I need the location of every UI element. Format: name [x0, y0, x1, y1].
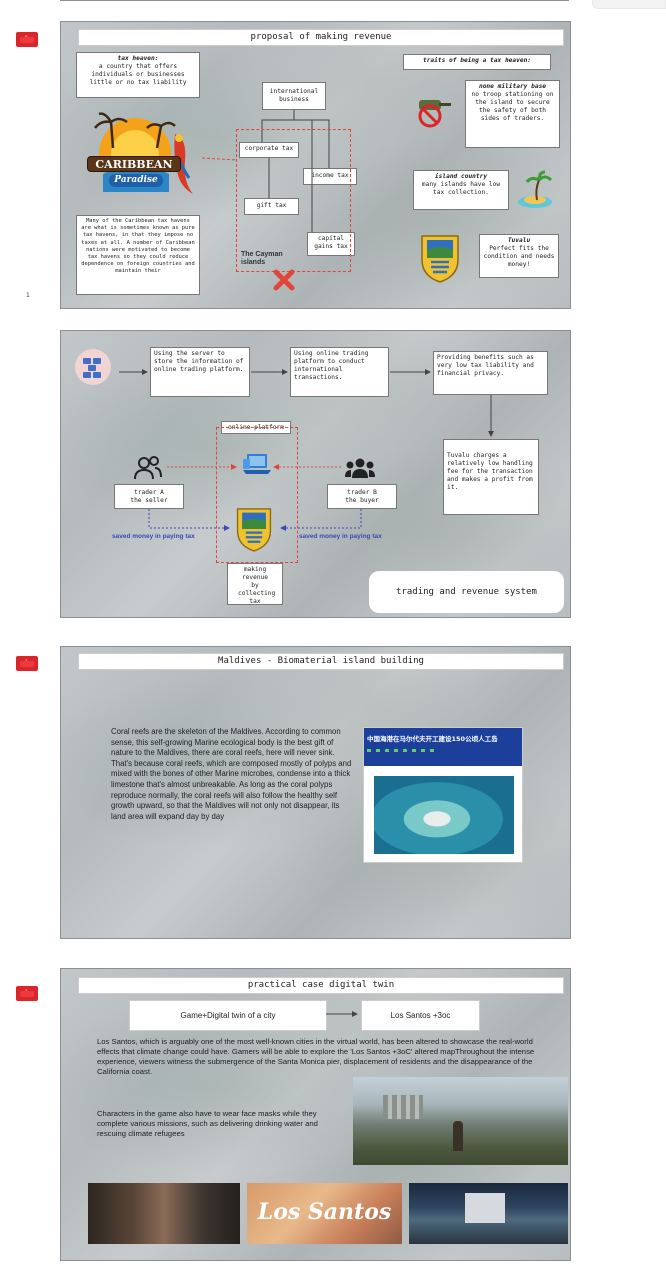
- slide-flag-icon-3[interactable]: 1: [16, 656, 38, 671]
- tuvalu-text: Perfect fits the condition and needs mon…: [483, 245, 555, 268]
- island-text: many islands have low tax collection.: [421, 181, 501, 196]
- flag-number: 8: [25, 35, 28, 40]
- slide-flag-icon[interactable]: 8: [16, 32, 38, 47]
- game-character: [453, 1121, 463, 1151]
- slide-tax-haven[interactable]: proposal of making revenue tax heaven: a…: [60, 21, 571, 309]
- side-mark: 1: [26, 292, 30, 299]
- news-headline: 中国海港在马尔代夫开工建设150公顷人工岛: [367, 735, 498, 743]
- island-trait-box: island country many islands have low tax…: [413, 170, 509, 210]
- street-photo: [88, 1183, 240, 1244]
- maldives-paragraph: Coral reefs are the skeleton of the Mald…: [111, 727, 352, 821]
- slide-trading-system[interactable]: Using the server to store the informatio…: [60, 330, 571, 618]
- tuvalu-trait-box: Tuvalu Perfect fits the condition and ne…: [479, 234, 559, 278]
- military-title: none military base: [478, 83, 547, 90]
- slide-maldives[interactable]: Maldives - Biomaterial island building C…: [60, 646, 571, 939]
- tuvalu-emblem-icon: [417, 232, 463, 284]
- slide-digital-twin[interactable]: practical case digital twin Game+Digital…: [60, 968, 571, 1261]
- flag-number-3: 1: [25, 659, 28, 664]
- military-trait-box: none military base no troop stationing o…: [465, 80, 560, 148]
- building: [465, 1193, 505, 1223]
- news-header: 中国海港在马尔代夫开工建设150公顷人工岛: [364, 728, 522, 766]
- los-santos-banner: Los Santos: [247, 1183, 402, 1244]
- face-mask-paragraph: Characters in the game also have to wear…: [97, 1109, 318, 1138]
- no-military-icon: [415, 94, 453, 128]
- military-text: no troop stationing on the island to sec…: [471, 91, 554, 122]
- side-panel-edge: [592, 0, 666, 9]
- island-photo: [374, 776, 514, 854]
- slide-flag-icon-4[interactable]: 1: [16, 986, 38, 1001]
- trading-flow-arrows: [119, 369, 494, 531]
- top-divider: [60, 0, 569, 1]
- traits-title: traits of being a tax heaven:: [403, 54, 551, 70]
- game-city-screenshot: [353, 1077, 568, 1165]
- tuvalu-title: Tuvalu: [507, 237, 531, 244]
- flag-number-4: 1: [25, 989, 28, 994]
- cayman-cross-icon: [273, 269, 295, 291]
- news-icons-strip: [367, 749, 437, 752]
- island-title: island country: [434, 173, 488, 180]
- slide-title-3: Maldives - Biomaterial island building: [78, 653, 564, 670]
- los-santos-banner-text: Los Santos: [257, 1199, 392, 1225]
- island-icon: [515, 170, 555, 210]
- flooded-street-photo: [409, 1183, 568, 1244]
- los-santos-paragraph: Los Santos, which is arguably one of the…: [97, 1037, 535, 1076]
- city-skyline: [383, 1095, 423, 1119]
- cayman-label: The Cayman islands: [241, 251, 283, 266]
- news-screenshot: 中国海港在马尔代夫开工建设150公顷人工岛: [363, 727, 523, 863]
